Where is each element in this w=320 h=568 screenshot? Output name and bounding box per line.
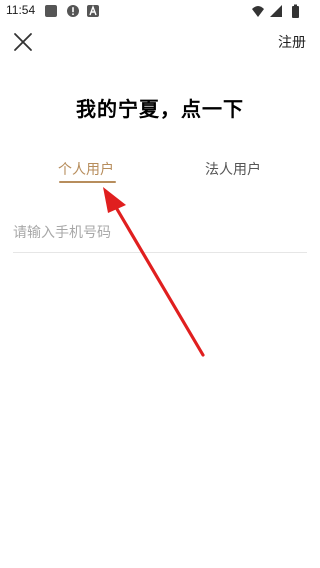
- tab-legal-user[interactable]: 法人用户: [205, 159, 261, 179]
- alert-icon: [67, 5, 79, 17]
- tab-personal-user[interactable]: 个人用户: [58, 159, 114, 179]
- annotation-arrow: [103, 187, 205, 357]
- status-time: 11:54: [6, 3, 36, 17]
- app-a-icon: [87, 5, 99, 17]
- close-icon[interactable]: [12, 31, 34, 53]
- register-button[interactable]: 注册: [278, 32, 306, 52]
- phone-number-input[interactable]: [13, 213, 307, 253]
- wifi-icon: [252, 6, 264, 17]
- gallery-icon: [45, 5, 57, 17]
- status-bar: 11:54: [0, 0, 320, 22]
- battery-icon: [292, 4, 299, 18]
- page-title: 我的宁夏，点一下: [76, 97, 244, 121]
- signal-icon: [270, 5, 282, 17]
- status-indicators: [252, 4, 299, 18]
- active-tab-indicator: [59, 181, 116, 183]
